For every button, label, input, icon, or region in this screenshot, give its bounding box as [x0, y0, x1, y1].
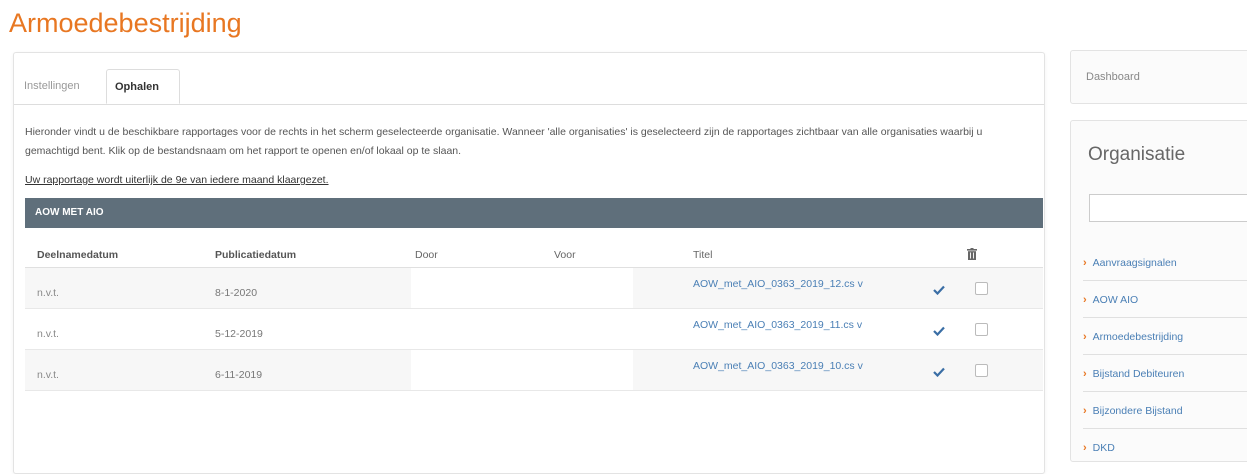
org-item-aow-aio[interactable]: › AOW AIO: [1083, 284, 1247, 318]
delete-checkbox[interactable]: [975, 282, 988, 295]
dashboard-link[interactable]: Dashboard: [1086, 71, 1140, 83]
page-title: Armoedebestrijding: [9, 8, 242, 38]
org-item-label: Bijzondere Bijstand: [1092, 405, 1183, 417]
organisatie-panel: Organisatie › Aanvraagsignalen › AOW AIO ›…: [1070, 120, 1247, 462]
col-header-voor[interactable]: Voor: [554, 249, 576, 261]
delete-checkbox[interactable]: [975, 364, 988, 377]
org-item-label: DKD: [1092, 442, 1115, 454]
check-icon: [933, 364, 945, 382]
org-item-label: Armoedebestrijding: [1092, 331, 1184, 343]
table-row: n.v.t. 8-1-2020 AOW_met_AIO_0363_2019_12…: [25, 268, 1043, 309]
org-panel-title: Organisatie: [1088, 144, 1186, 165]
redacted-area: [411, 350, 633, 390]
org-item-armoedebestrijding[interactable]: › Armoedebestrijding: [1083, 321, 1247, 355]
cell-deelnamedatum: n.v.t.: [37, 369, 59, 381]
chevron-right-icon: ›: [1083, 331, 1087, 343]
main-panel: Instellingen Ophalen Hieronder vindt u d…: [13, 52, 1045, 474]
org-search-input[interactable]: [1089, 194, 1247, 222]
check-icon: [933, 282, 945, 300]
dashboard-panel[interactable]: Dashboard: [1070, 50, 1247, 104]
section-header: AOW MET AIO: [25, 198, 1043, 228]
org-item-label: Bijstand Debiteuren: [1092, 368, 1185, 380]
tab-bar: Instellingen Ophalen: [14, 53, 1044, 105]
file-link[interactable]: AOW_met_AIO_0363_2019_10.cs v: [693, 359, 923, 374]
col-header-deelnamedatum[interactable]: Deelnamedatum: [37, 249, 118, 261]
chevron-right-icon: ›: [1083, 257, 1087, 269]
col-header-door[interactable]: Door: [415, 249, 438, 261]
col-header-titel[interactable]: Titel: [693, 249, 712, 261]
org-item-label: AOW AIO: [1092, 294, 1139, 306]
cell-publicatiedatum: 5-12-2019: [215, 328, 263, 340]
trash-icon[interactable]: [967, 247, 977, 265]
intro-text: Hieronder vindt u de beschikbare rapport…: [25, 126, 983, 157]
cell-deelnamedatum: n.v.t.: [37, 287, 59, 299]
cell-deelnamedatum: n.v.t.: [37, 328, 59, 340]
chevron-right-icon: ›: [1083, 294, 1087, 306]
org-item-label: Aanvraagsignalen: [1092, 257, 1177, 269]
redacted-area: [411, 309, 633, 349]
chevron-right-icon: ›: [1083, 368, 1087, 380]
delete-checkbox[interactable]: [975, 323, 988, 336]
tab-instellingen[interactable]: Instellingen: [16, 69, 88, 104]
org-item-bijstand-debiteuren[interactable]: › Bijstand Debiteuren: [1083, 358, 1247, 392]
redacted-area: [411, 268, 633, 308]
cell-publicatiedatum: 8-1-2020: [215, 287, 258, 299]
chevron-right-icon: ›: [1083, 405, 1087, 417]
org-item-bijzondere-bijstand[interactable]: › Bijzondere Bijstand: [1083, 395, 1247, 429]
org-item-aanvraagsignalen[interactable]: › Aanvraagsignalen: [1083, 247, 1247, 281]
notice-link[interactable]: Uw rapportage wordt uiterlijk de 9e van …: [25, 174, 329, 186]
file-link[interactable]: AOW_met_AIO_0363_2019_11.cs v: [693, 318, 923, 333]
file-link[interactable]: AOW_met_AIO_0363_2019_12.cs v: [693, 277, 923, 292]
col-header-publicatiedatum[interactable]: Publicatiedatum: [215, 249, 296, 261]
tab-ophalen[interactable]: Ophalen: [106, 69, 180, 104]
cell-publicatiedatum: 6-11-2019: [215, 369, 263, 381]
chevron-right-icon: ›: [1083, 442, 1087, 454]
table-row: n.v.t. 6-11-2019 AOW_met_AIO_0363_2019_1…: [25, 350, 1043, 391]
table-row: n.v.t. 5-12-2019 AOW_met_AIO_0363_2019_1…: [25, 309, 1043, 350]
check-icon: [933, 323, 945, 341]
org-item-dkd[interactable]: › DKD: [1083, 432, 1247, 465]
